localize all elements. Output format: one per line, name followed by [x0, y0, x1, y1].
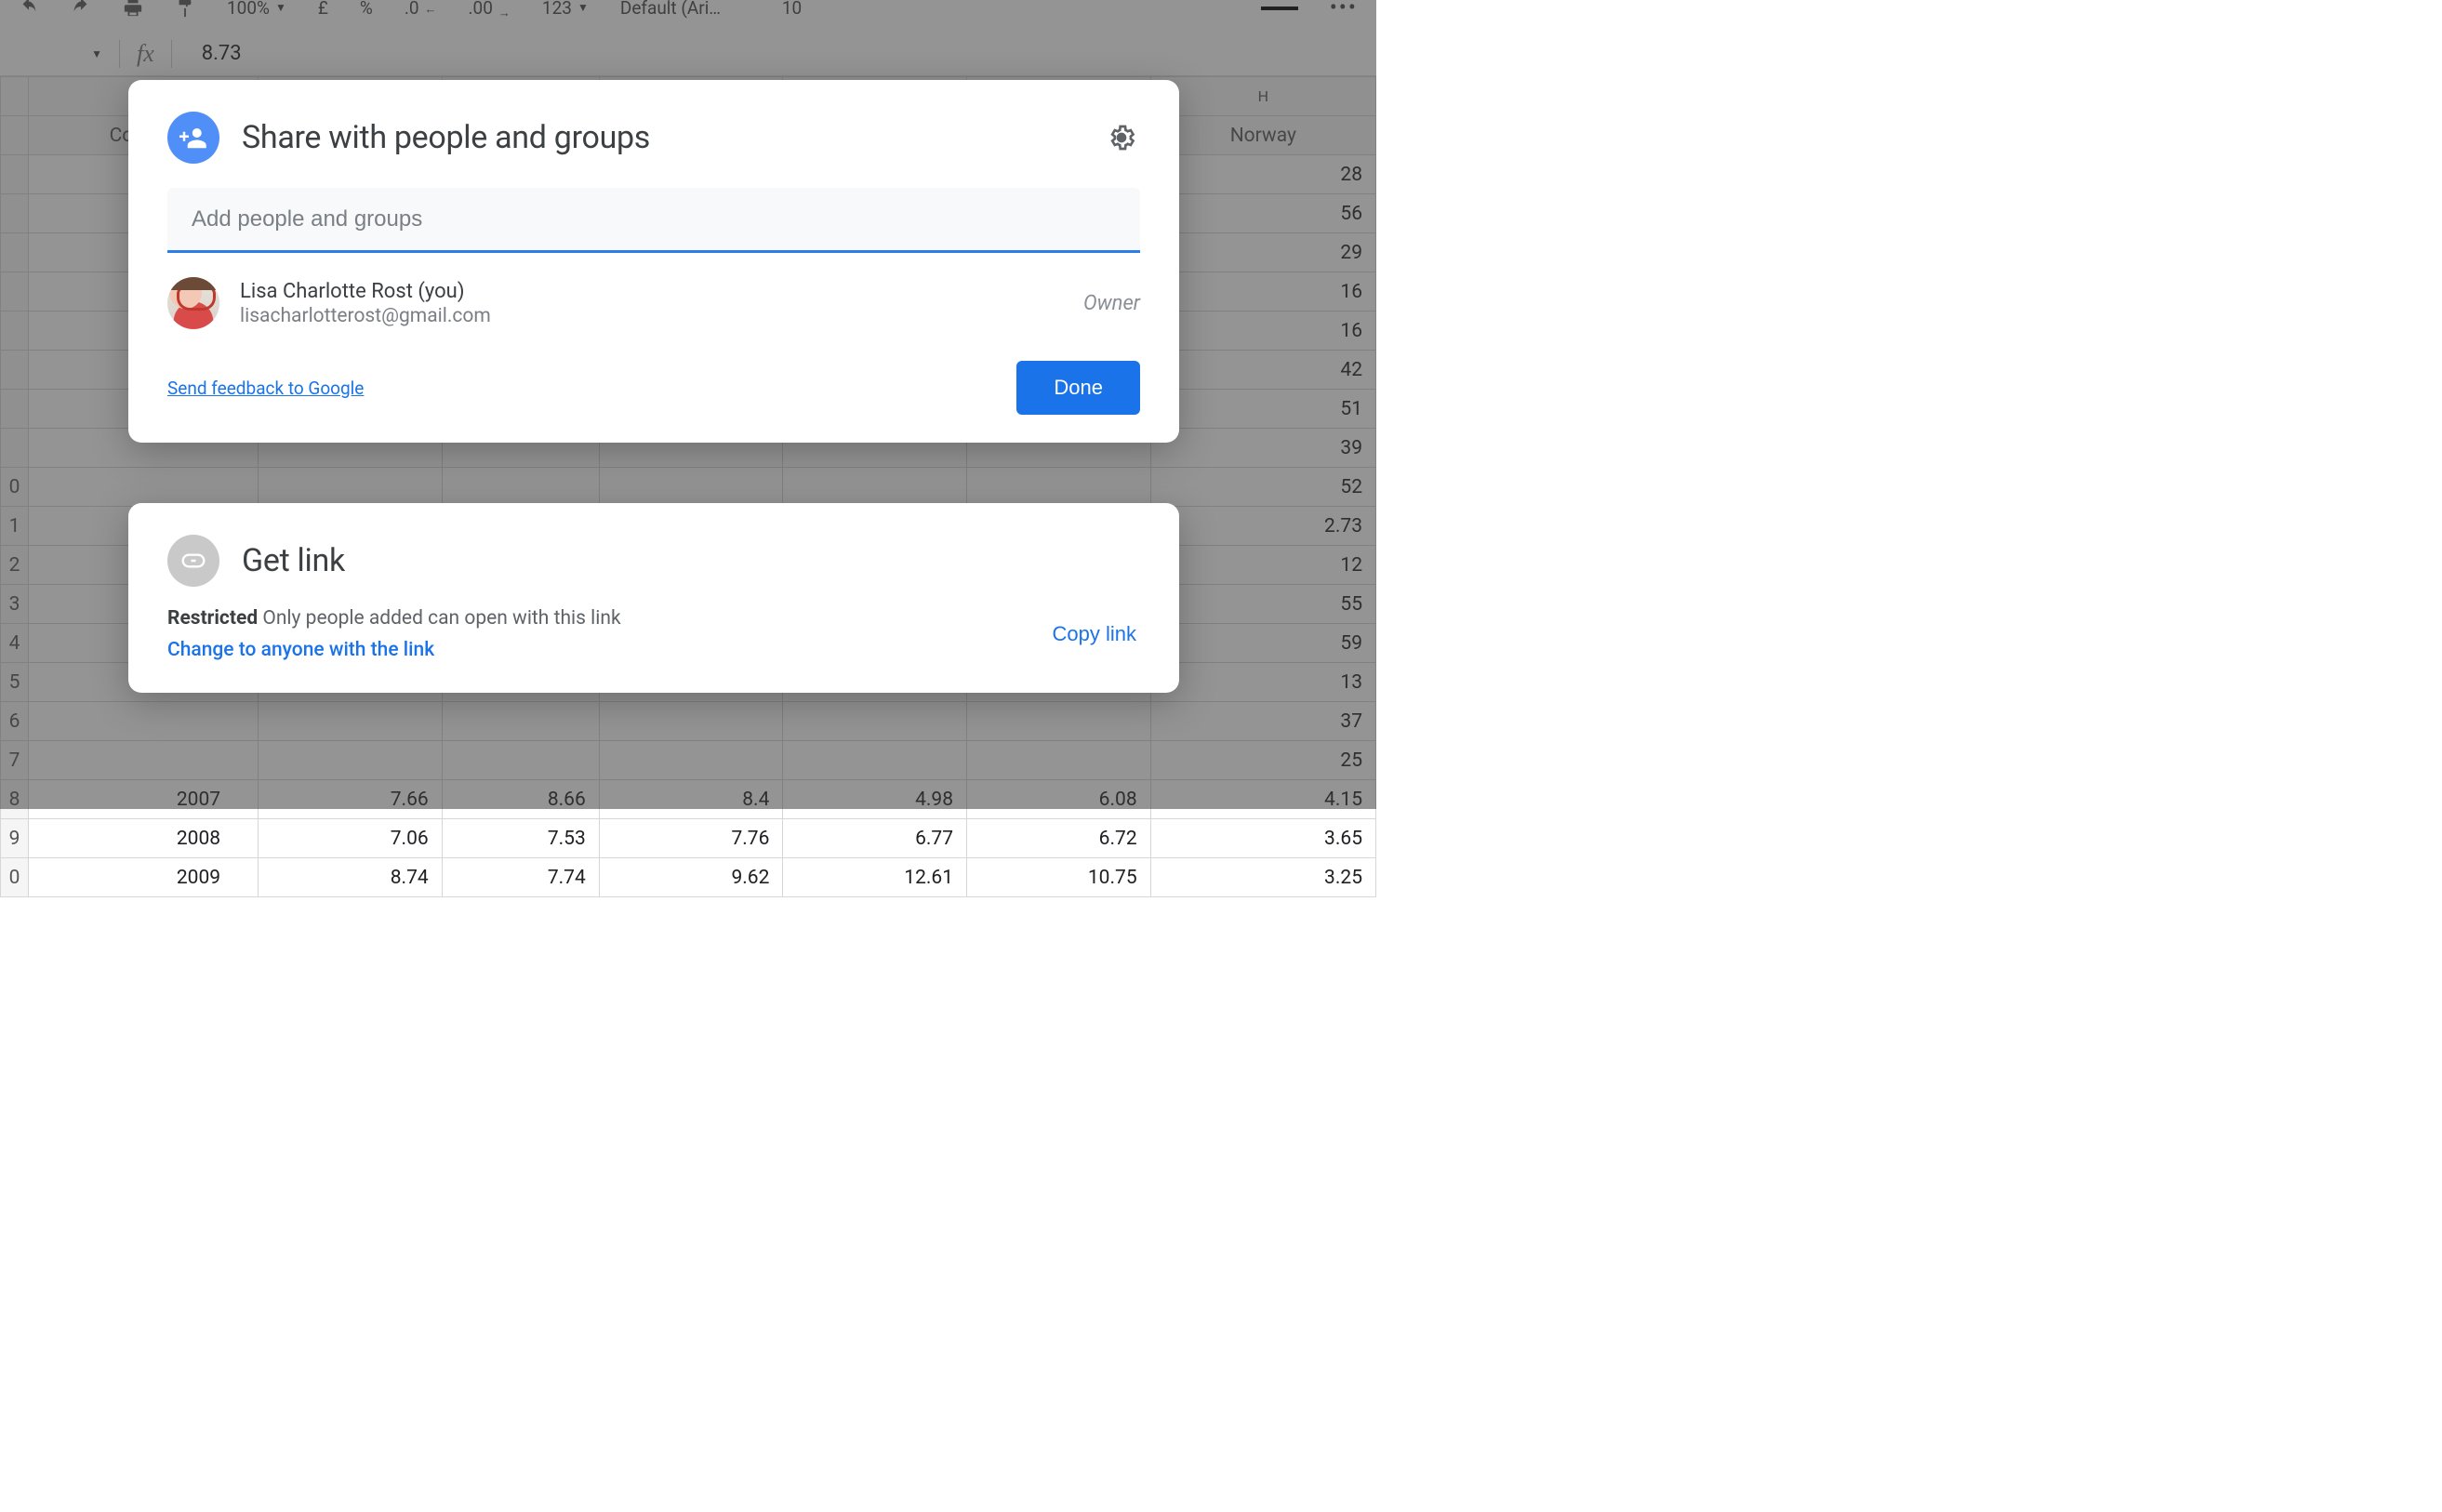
share-settings-button[interactable]: [1103, 119, 1140, 156]
link-icon: [167, 535, 219, 587]
get-link-title: Get link: [242, 542, 345, 579]
get-link-dialog: Get link Restricted Only people added ca…: [128, 503, 1179, 693]
avatar: [167, 277, 219, 329]
person-role: Owner: [1083, 292, 1140, 315]
send-feedback-link[interactable]: Send feedback to Google: [167, 378, 364, 399]
cell[interactable]: 3.25: [1150, 858, 1375, 897]
person-add-icon: [167, 112, 219, 164]
cell[interactable]: 2009: [29, 858, 259, 897]
add-people-input[interactable]: [192, 206, 1116, 232]
cell[interactable]: 3.65: [1150, 819, 1375, 858]
cell[interactable]: 10.75: [967, 858, 1151, 897]
cell[interactable]: 12.61: [783, 858, 967, 897]
cell[interactable]: 7.06: [259, 819, 443, 858]
copy-link-button[interactable]: Copy link: [1049, 615, 1140, 654]
link-restriction-line: Restricted Only people added can open wi…: [167, 607, 1049, 630]
person-email: lisacharlotterost@gmail.com: [240, 305, 491, 327]
share-dialog: Share with people and groups Lisa Charlo…: [128, 80, 1179, 443]
cell[interactable]: 8.74: [259, 858, 443, 897]
change-link-access-link[interactable]: Change to anyone with the link: [167, 639, 434, 661]
person-name: Lisa Charlotte Rost (you): [240, 280, 491, 303]
cell[interactable]: 7.76: [599, 819, 783, 858]
cell[interactable]: 6.77: [783, 819, 967, 858]
done-button[interactable]: Done: [1016, 361, 1140, 415]
cell[interactable]: 2008: [29, 819, 259, 858]
share-dialog-title: Share with people and groups: [242, 119, 650, 156]
cell[interactable]: 7.74: [442, 858, 599, 897]
restricted-description: Only people added can open with this lin…: [262, 607, 620, 630]
cell[interactable]: 9.62: [599, 858, 783, 897]
restricted-label: Restricted: [167, 607, 258, 630]
shared-person-row: Lisa Charlotte Rost (you) lisacharlotter…: [167, 277, 1140, 329]
row-number[interactable]: 9: [1, 819, 29, 858]
cell[interactable]: 6.72: [967, 819, 1151, 858]
cell[interactable]: 7.53: [442, 819, 599, 858]
row-number[interactable]: 0: [1, 858, 29, 897]
add-people-field-wrapper[interactable]: [167, 188, 1140, 253]
